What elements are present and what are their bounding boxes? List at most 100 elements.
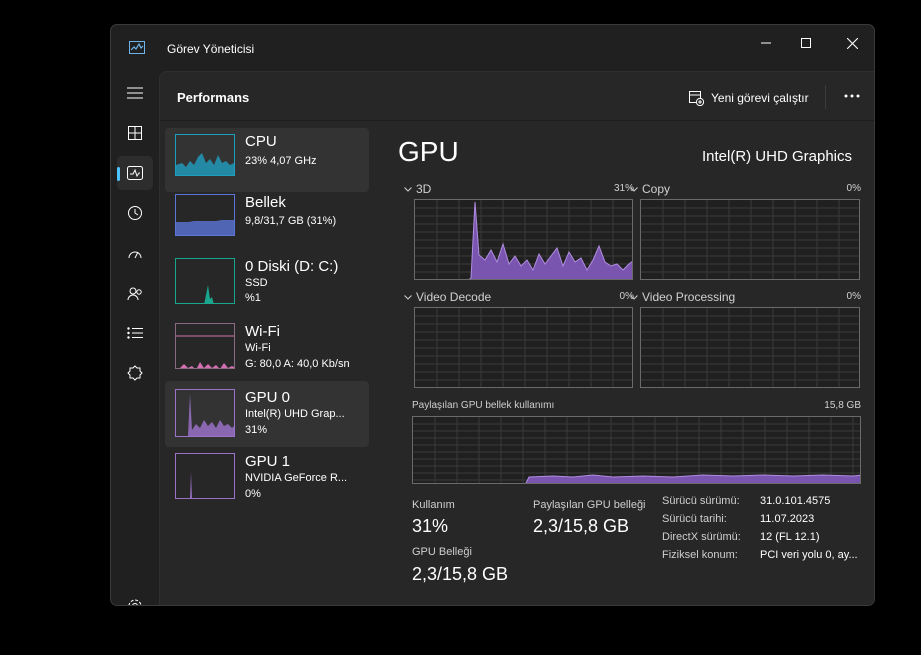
nav-processes[interactable] xyxy=(117,116,153,150)
sidebar-item-disk[interactable]: 0 Diski (D: C:) SSD %1 xyxy=(165,258,369,322)
sidebar-item-gpu1[interactable]: GPU 1 NVIDIA GeForce R... 0% xyxy=(165,453,369,517)
engine-label: 3D xyxy=(416,182,432,196)
hamburger-icon xyxy=(127,87,143,99)
memory-thumbnail-graph xyxy=(175,194,235,236)
minimize-button[interactable] xyxy=(751,31,781,55)
driver-date-label: Sürücü tarihi: xyxy=(662,513,727,525)
engine-3d-selector[interactable]: 3D xyxy=(404,182,431,196)
content-area: Performans Yeni görevi çalıştır CPU 23% … xyxy=(159,71,874,605)
gpu-model-name: Intel(R) UHD Graphics xyxy=(701,148,852,165)
engine-label: Video Processing xyxy=(642,290,736,304)
driver-version-label: Sürücü sürümü: xyxy=(662,495,740,507)
nav-settings[interactable] xyxy=(117,589,153,605)
sidebar-item-detail: Intel(R) UHD Grap... xyxy=(245,408,345,420)
engine-video-decode-selector[interactable]: Video Decode xyxy=(404,290,491,304)
physical-location-label: Fiziksel konum: xyxy=(662,549,738,561)
shared-memory-label: Paylaşılan GPU belleği xyxy=(533,499,646,511)
engine-video-processing-selector[interactable]: Video Processing xyxy=(630,290,735,304)
shared-memory-max: 15,8 GB xyxy=(824,400,861,411)
gpu0-thumbnail-graph xyxy=(175,389,235,437)
sidebar-item-wifi[interactable]: Wi-Fi Wi-Fi G: 80,0 A: 40,0 Kb/sn xyxy=(165,323,369,387)
chevron-down-icon xyxy=(404,294,412,300)
engine-3d-graph xyxy=(414,199,633,280)
nav-services[interactable] xyxy=(117,356,153,390)
nav-startup-apps[interactable] xyxy=(117,236,153,270)
engine-copy-selector[interactable]: Copy xyxy=(630,182,670,196)
nav-menu-button[interactable] xyxy=(117,76,153,110)
directx-version-value: 12 (FL 12.1) xyxy=(760,531,820,543)
cpu-thumbnail-graph xyxy=(175,134,235,176)
shared-memory-graph-label: Paylaşılan GPU bellek kullanımı xyxy=(412,400,555,411)
sidebar-item-detail: 23% 4,07 GHz xyxy=(245,155,317,167)
task-manager-window: Görev Yöneticisi Performans Yeni görevi … xyxy=(110,24,875,606)
app-history-icon xyxy=(128,206,142,220)
maximize-button[interactable] xyxy=(791,31,821,55)
sidebar-item-title: Wi-Fi xyxy=(245,323,280,340)
directx-version-label: DirectX sürümü: xyxy=(662,531,741,543)
usage-label: Kullanım xyxy=(412,499,455,511)
sidebar-item-title: 0 Diski (D: C:) xyxy=(245,258,339,275)
engine-label: Copy xyxy=(642,182,671,196)
run-new-task-button[interactable]: Yeni görevi çalıştır xyxy=(689,87,809,109)
nav-app-history[interactable] xyxy=(117,196,153,230)
title-bar[interactable]: Görev Yöneticisi xyxy=(111,25,874,59)
run-new-task-label: Yeni görevi çalıştır xyxy=(711,91,809,105)
sidebar-item-detail: 0% xyxy=(245,488,261,500)
header-separator xyxy=(825,85,826,109)
settings-icon xyxy=(128,599,142,605)
wifi-thumbnail-graph xyxy=(175,323,235,369)
gpu1-thumbnail-graph xyxy=(175,453,235,499)
driver-date-value: 11.07.2023 xyxy=(760,513,815,525)
more-icon xyxy=(844,94,860,98)
physical-location-value: PCI veri yolu 0, ay... xyxy=(760,549,858,561)
engine-label: Video Decode xyxy=(416,290,492,304)
nav-performance[interactable] xyxy=(117,156,153,190)
nav-details[interactable] xyxy=(117,316,153,350)
gpu-title: GPU xyxy=(398,136,459,167)
chevron-down-icon xyxy=(630,294,638,300)
chevron-down-icon xyxy=(404,186,412,192)
users-icon xyxy=(127,287,142,300)
page-header: Performans Yeni görevi çalıştır xyxy=(160,72,874,121)
processes-icon xyxy=(128,126,142,140)
gpu-memory-label: GPU Belleği xyxy=(412,546,472,558)
task-manager-app-icon xyxy=(129,41,145,54)
shared-memory-value: 2,3/15,8 GB xyxy=(533,516,630,536)
sidebar-item-detail: 9,8/31,7 GB (31%) xyxy=(245,215,337,227)
details-icon xyxy=(127,327,143,339)
gpu-memory-value: 2,3/15,8 GB xyxy=(412,564,509,584)
services-icon xyxy=(127,365,143,381)
maximize-icon xyxy=(801,38,811,48)
engine-video-processing-graph xyxy=(640,307,860,388)
shared-memory-graph xyxy=(412,416,861,484)
window-title: Görev Yöneticisi xyxy=(167,42,255,56)
gpu-detail-panel: GPU Intel(R) UHD Graphics 3D 31% Copy 0%… xyxy=(392,128,874,605)
page-title: Performans xyxy=(177,90,250,105)
chevron-down-icon xyxy=(630,186,638,192)
engine-percent: 0% xyxy=(619,291,634,302)
engine-percent: 31% xyxy=(613,183,634,194)
sidebar-item-title: CPU xyxy=(245,133,277,150)
usage-value: 31% xyxy=(412,516,449,536)
performance-sidebar: CPU 23% 4,07 GHz Bellek 9,8/31,7 GB (31%… xyxy=(165,128,369,605)
nav-users[interactable] xyxy=(117,276,153,310)
sidebar-item-detail: SSD xyxy=(245,277,268,289)
sidebar-item-title: GPU 1 xyxy=(245,453,291,470)
sidebar-item-gpu0[interactable]: GPU 0 Intel(R) UHD Grap... 31% xyxy=(165,381,369,447)
sidebar-item-memory[interactable]: Bellek 9,8/31,7 GB (31%) xyxy=(165,194,369,258)
sidebar-item-title: GPU 0 xyxy=(245,389,291,406)
sidebar-item-detail: 31% xyxy=(245,424,268,436)
new-task-icon xyxy=(689,90,704,106)
disk-thumbnail-graph xyxy=(175,258,235,304)
startup-apps-icon xyxy=(128,251,142,259)
minimize-icon xyxy=(761,42,771,44)
engine-percent: 0% xyxy=(846,183,861,194)
sidebar-item-detail: G: 80,0 A: 40,0 Kb/sn xyxy=(245,358,350,370)
sidebar-item-cpu[interactable]: CPU 23% 4,07 GHz xyxy=(165,128,369,192)
more-options-button[interactable] xyxy=(838,84,866,108)
close-icon xyxy=(846,37,858,49)
navigation-bar xyxy=(111,59,159,605)
performance-icon xyxy=(127,166,143,180)
close-button[interactable] xyxy=(837,31,867,55)
driver-version-value: 31.0.101.4575 xyxy=(760,495,831,507)
